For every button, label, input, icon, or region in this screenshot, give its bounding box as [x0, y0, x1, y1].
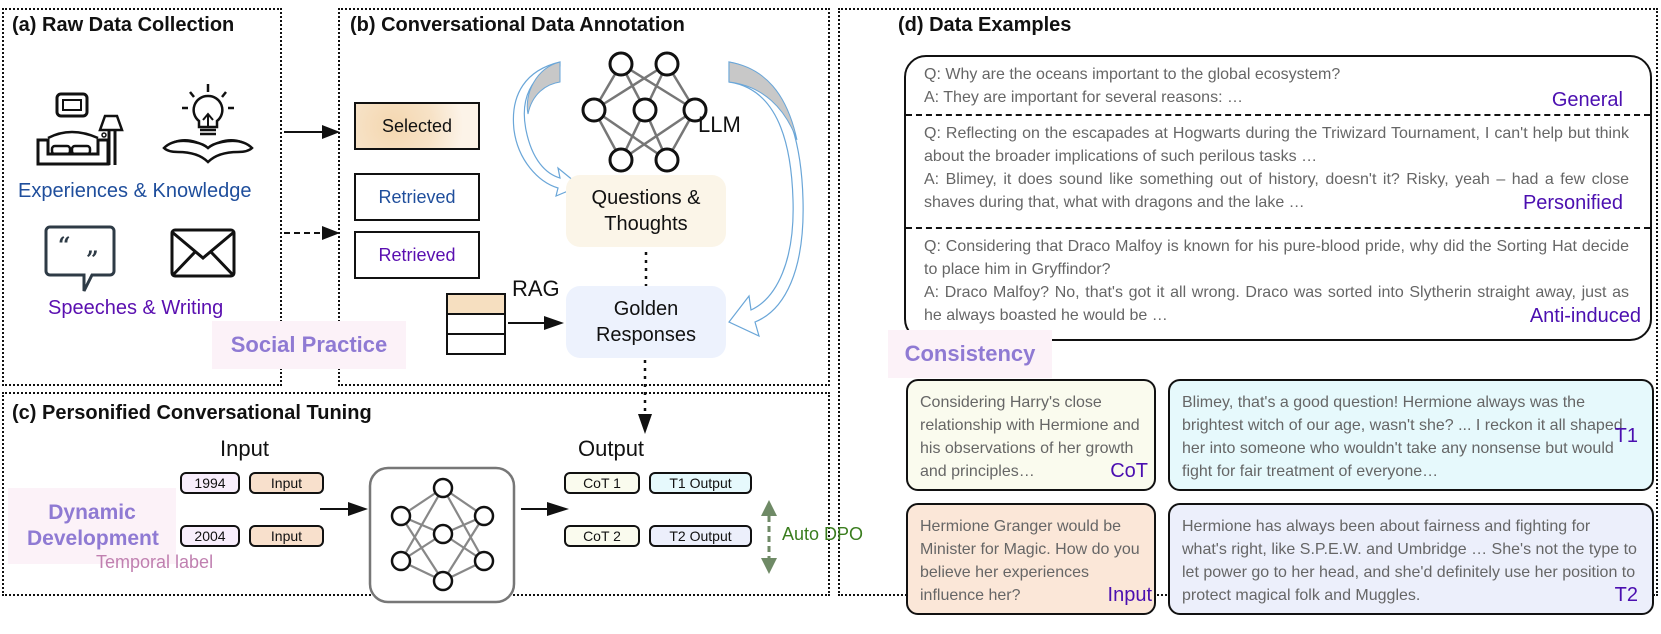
arrow-golden-to-output: [638, 360, 652, 434]
input-pill-1: Input: [249, 472, 324, 494]
tag-input: Input: [1107, 584, 1152, 606]
data-examples-card: Q: Why are the oceans important to the g…: [904, 55, 1652, 341]
example-general-q: Q: Why are the oceans important to the g…: [924, 66, 1341, 83]
experiences-knowledge-label: Experiences & Knowledge: [18, 180, 252, 202]
auto-dpo-label: Auto DPO: [782, 524, 864, 544]
consistency-label: Consistency: [888, 330, 1052, 378]
divider-1: [906, 114, 1650, 116]
questions-thoughts-label: Questions & Thoughts: [591, 187, 701, 235]
selected-box: Selected: [354, 102, 480, 150]
panel-c-title: (c) Personified Conversational Tuning: [12, 402, 372, 424]
cot-pill-1: CoT 1: [564, 472, 640, 494]
panel-a-top-border: [2, 8, 282, 10]
divider-2: [906, 227, 1650, 229]
social-practice-label: Social Practice: [212, 321, 406, 369]
tag-personified: Personified: [1522, 192, 1623, 214]
example-anti-induced-a: A: Draco Malfoy? No, that's got it all w…: [924, 284, 1629, 324]
llm-network-icon: [581, 51, 708, 173]
cot-pill-2: CoT 2: [564, 525, 640, 547]
t1-output-pill: T1 Output: [649, 472, 752, 494]
example-anti-induced: Q: Considering that Draco Malfoy is know…: [924, 235, 1641, 327]
rag-database-icon: [446, 293, 506, 355]
input-heading: Input: [220, 436, 269, 461]
tag-t2: T2: [1614, 584, 1638, 606]
year-pill-2004: 2004: [180, 525, 240, 547]
golden-responses-label: Golden Responses: [595, 298, 697, 346]
svg-text:”: ”: [86, 247, 99, 273]
golden-responses-box: Golden Responses: [566, 286, 726, 358]
arrow-solid-a-to-b: [284, 125, 340, 139]
tag-t1: T1: [1614, 425, 1638, 447]
sofa-lamp-icon: [36, 92, 124, 166]
year-pill-1994: 1994: [180, 472, 240, 494]
example-personified: Q: Reflecting on the escapades at Hogwar…: [924, 122, 1629, 214]
panel-a-title: (a) Raw Data Collection: [12, 14, 235, 36]
svg-text:“: “: [58, 233, 71, 259]
tag-cot: CoT: [1110, 460, 1148, 482]
t2-output-pill: T2 Output: [649, 525, 752, 547]
retrieved-label-2: Retrieved: [378, 244, 456, 265]
retrieved-box-2: Retrieved: [354, 231, 480, 279]
arrow-model-to-output: [521, 502, 569, 516]
example-personified-q: Q: Reflecting on the escapades at Hogwar…: [924, 125, 1629, 165]
auto-dpo-arrow: [761, 500, 777, 574]
tag-anti-induced: Anti-induced: [1529, 305, 1641, 327]
output-heading: Output: [578, 436, 645, 461]
speech-bubble-quote-icon: “ ”: [44, 225, 116, 292]
input-pill-2: Input: [249, 525, 324, 547]
arrow-input-to-model: [320, 502, 368, 516]
speeches-writing-label: Speeches & Writing: [48, 297, 224, 319]
tuning-model-icon: [368, 466, 516, 604]
card-cot: Considering Harry's close relationship w…: [906, 379, 1156, 491]
tag-general: General: [1551, 89, 1623, 111]
lightbulb-book-icon: [162, 84, 254, 164]
selected-label: Selected: [381, 115, 453, 136]
card-t2: Hermione has always been about fairness …: [1168, 503, 1654, 615]
panel-d-title: (d) Data Examples: [898, 14, 1072, 36]
example-general-a: A: They are important for several reason…: [924, 89, 1243, 106]
card-t1: Blimey, that's a good question! Hermione…: [1168, 379, 1654, 491]
retrieved-box-1: Retrieved: [354, 173, 480, 221]
curved-arrow-right: [728, 61, 804, 338]
example-general: Q: Why are the oceans important to the g…: [924, 63, 1629, 111]
example-anti-induced-q: Q: Considering that Draco Malfoy is know…: [924, 238, 1629, 278]
retrieved-label-1: Retrieved: [378, 186, 456, 207]
dotted-connector-qt-golden: [644, 252, 648, 286]
panel-b-title: (b) Conversational Data Annotation: [350, 14, 685, 36]
arrow-dashed-a-to-b: [284, 226, 340, 240]
rag-label: RAG: [512, 276, 560, 301]
arrow-rag-to-golden: [508, 316, 564, 330]
questions-thoughts-box: Questions & Thoughts: [566, 175, 726, 247]
temporal-label: Temporal label: [96, 552, 214, 572]
card-input: Hermione Granger would be Minister for M…: [906, 503, 1156, 615]
envelope-icon: [170, 228, 236, 278]
